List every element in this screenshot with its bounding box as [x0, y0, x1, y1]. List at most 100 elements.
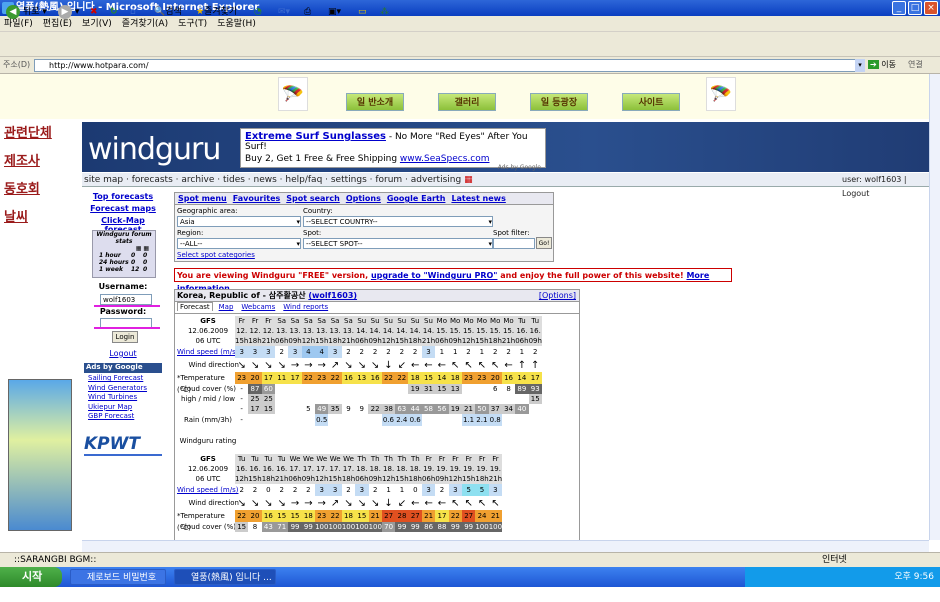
windguru-logo[interactable]: windguru	[88, 132, 221, 167]
wind-speed-label[interactable]: Wind speed (m/s)	[177, 484, 239, 496]
region-select[interactable]: --ALL-- ▾	[177, 238, 301, 249]
messenger-icon[interactable]: ⁂	[380, 4, 389, 21]
address-input[interactable]: http://www.hotpara.com/	[34, 59, 864, 72]
edit-icon[interactable]: ▣▾	[328, 4, 341, 21]
link-manufacturers[interactable]: 제조사	[4, 150, 40, 169]
ads-google-heading[interactable]: Ads by Google	[84, 363, 162, 373]
search-tab[interactable]: Spot menu	[178, 194, 227, 203]
ad-link[interactable]: Ukiepur Map	[88, 403, 147, 413]
spot-select[interactable]: --SELECT SPOT-- ▾	[303, 238, 493, 249]
home-icon[interactable]: ⌂	[130, 4, 136, 21]
links-label[interactable]: 연결	[908, 59, 923, 70]
ad-link[interactable]: Wind Generators	[88, 384, 147, 394]
temp-cell: 22	[381, 372, 396, 384]
rain-cell: 0.5	[315, 414, 329, 426]
maximize-button[interactable]: □	[908, 1, 922, 15]
clock: 오후 9:56	[894, 572, 934, 582]
ads-by-google[interactable]: Ads by Google	[245, 164, 541, 171]
search-tab[interactable]: Options	[346, 194, 381, 203]
cloud-label: Cloud cover (%)	[179, 385, 237, 393]
search-tab[interactable]: Latest news	[451, 194, 505, 203]
select-categories-link[interactable]: Select spot categories	[177, 251, 255, 259]
mail-icon[interactable]: ✉▾	[278, 4, 290, 21]
forecast-options-link[interactable]: [Options]	[539, 290, 576, 302]
print-icon[interactable]: ⎙	[304, 4, 311, 21]
forward-button[interactable]: ▶ ▾	[58, 4, 79, 21]
kpwt-logo[interactable]: KPWT	[84, 432, 162, 456]
start-button[interactable]: 시작	[0, 567, 62, 587]
forecast-tab[interactable]: Wind reports	[281, 303, 330, 311]
search-tab[interactable]: Google Earth	[387, 194, 446, 203]
country-select[interactable]: --SELECT COUNTRY-- ▾	[303, 216, 493, 227]
folder-icon[interactable]: ▭	[358, 4, 367, 21]
address-dropdown-icon[interactable]: ▾	[855, 59, 865, 72]
ad-title[interactable]: Extreme Surf Sunglasses	[245, 131, 386, 142]
refresh-icon[interactable]: ↻	[110, 4, 118, 21]
forecast-tab[interactable]: Forecast	[177, 302, 213, 311]
windguru-menu-links[interactable]: site map · forecasts · archive · tides ·…	[84, 175, 461, 185]
date-cell: 19.	[488, 464, 503, 474]
wind-speed-label[interactable]: Wind speed (m/s)	[177, 346, 239, 358]
temp-cell: 28	[395, 510, 409, 522]
spot-filter-input[interactable]	[493, 238, 535, 249]
cloud-cell: 99	[462, 522, 476, 532]
day-cell: Fr	[435, 454, 449, 464]
favorites-button[interactable]: ★즐겨찾기	[196, 4, 237, 21]
link-weather[interactable]: 날씨	[4, 206, 28, 225]
forecast-tab[interactable]: Map	[217, 303, 236, 311]
ad-link[interactable]: www.SeaSpecs.com	[400, 154, 490, 164]
wind-arrow-icon: ↙	[397, 359, 406, 371]
rain-cell: 1.1	[461, 414, 476, 426]
go-filter-button[interactable]: Go!	[536, 237, 552, 249]
search-button[interactable]: 🔍검색	[154, 4, 182, 21]
vertical-scrollbar[interactable]	[929, 74, 940, 540]
task-zeroboard[interactable]: 제로보드 비밀번호 ...	[70, 569, 166, 599]
banner-image[interactable]	[8, 379, 72, 531]
cloud-mid-cell	[328, 394, 341, 404]
forecast-tab[interactable]: Webcams	[239, 303, 277, 311]
search-tab[interactable]: Favourites	[233, 194, 281, 203]
search-icon: 🔍	[154, 7, 166, 17]
temp-cell: 27	[408, 510, 422, 522]
task-ie[interactable]: 열풍(熱風) 입니다 ...	[174, 569, 276, 585]
wind-cell: 5	[475, 484, 489, 496]
back-button[interactable]: ◀ 뒤로 ▾	[6, 4, 47, 21]
ad-link[interactable]: GBP Forecast	[88, 412, 147, 422]
login-button[interactable]: Login	[112, 331, 138, 343]
day-cell: Fr	[488, 454, 503, 464]
link-clubs[interactable]: 동호회	[4, 178, 40, 197]
nav-sites[interactable]: 사이트	[622, 93, 680, 111]
ad-link[interactable]: Wind Turbines	[88, 393, 147, 403]
close-button[interactable]: ×	[924, 1, 938, 15]
search-tab[interactable]: Spot search	[286, 194, 340, 203]
wind-arrow-icon: ↖	[477, 359, 487, 371]
cloud-cell: 8	[252, 522, 258, 531]
flag-icon[interactable]: ▦	[464, 175, 473, 185]
logout-link[interactable]: Logout	[84, 349, 162, 358]
horizontal-scrollbar[interactable]	[82, 540, 929, 552]
wind-arrow-icon: ←	[410, 359, 420, 371]
minimize-button[interactable]: _	[892, 1, 906, 15]
nav-intro[interactable]: 일 반소개	[346, 93, 404, 111]
ad-box[interactable]: Extreme Surf Sunglasses - No More "Red E…	[240, 128, 546, 171]
hour-cell: 09h	[448, 336, 462, 346]
area-select[interactable]: Asia ▾	[177, 216, 301, 227]
nav-square[interactable]: 일 등광장	[530, 93, 588, 111]
forecast-user-link[interactable]: (wolf1603)	[308, 291, 357, 300]
username-input[interactable]: wolf1603	[100, 294, 152, 305]
back-arrow-icon: ◀	[6, 5, 20, 19]
link-forecast-maps[interactable]: Forecast maps	[84, 204, 162, 213]
upgrade-link[interactable]: upgrade to "Windguru PRO"	[371, 271, 498, 280]
paraglider-icon: 🪂	[706, 77, 736, 111]
ad-link[interactable]: Sailing Forecast	[88, 374, 147, 384]
user-info[interactable]: user: wolf1603 | Logout	[842, 173, 929, 201]
stop-icon[interactable]: ✖	[90, 4, 98, 21]
wind-cell: 5	[462, 484, 476, 496]
date-cell: 13.	[341, 326, 356, 336]
spot-value: --SELECT SPOT--	[306, 240, 363, 248]
link-organizations[interactable]: 관련단체	[4, 122, 52, 141]
link-top-forecasts[interactable]: Top forecasts	[84, 192, 162, 201]
history-icon[interactable]: ◔	[254, 4, 262, 21]
go-button[interactable]: ➔ 이동	[868, 59, 896, 70]
nav-gallery[interactable]: 갤러리	[438, 93, 496, 111]
